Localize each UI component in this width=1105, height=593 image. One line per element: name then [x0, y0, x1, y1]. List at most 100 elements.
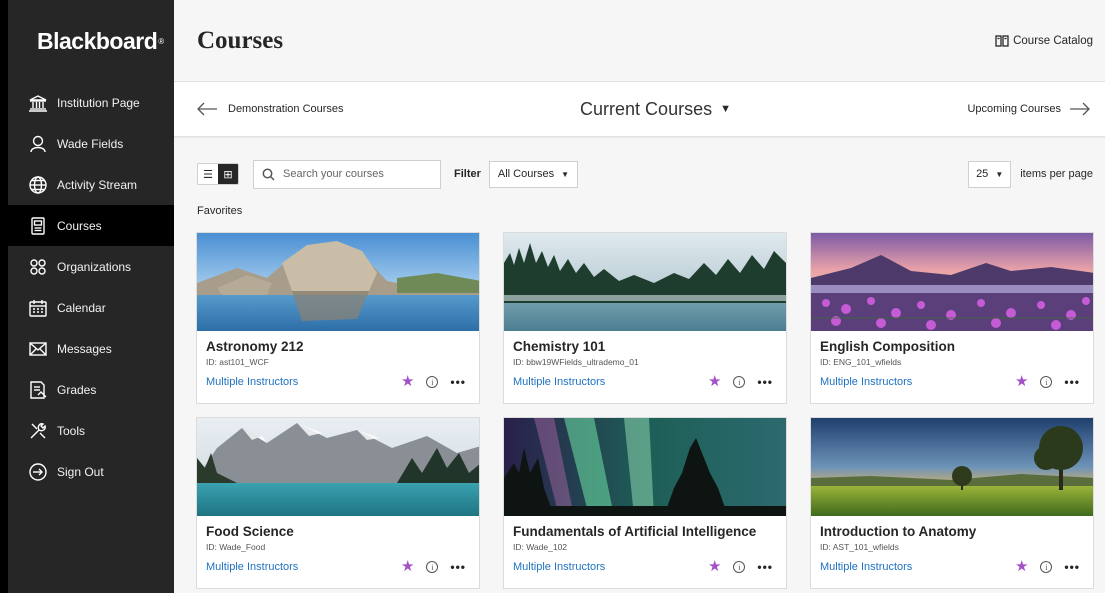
sidebar-item-institution-page[interactable]: Institution Page — [8, 82, 174, 123]
course-id: ID: AST_101_wfields — [820, 542, 899, 552]
sidebar-item-label: Organizations — [57, 259, 132, 274]
next-term-link[interactable]: Upcoming Courses — [967, 102, 1091, 116]
course-card[interactable]: Introduction to Anatomy ID: AST_101_wfie… — [810, 417, 1094, 589]
course-id: ID: bbw19WFields_ultrademo_01 — [513, 357, 639, 367]
instructors-link[interactable]: Multiple Instructors — [206, 561, 298, 573]
course-banner-image — [811, 233, 1093, 331]
items-per-page-dropdown[interactable]: 25 ▼ — [968, 160, 1012, 188]
favorite-star-icon[interactable]: ★ — [401, 559, 414, 574]
instructors-link[interactable]: Multiple Instructors — [820, 376, 912, 388]
items-per-page-value: 25 — [976, 168, 989, 180]
course-card[interactable]: English Composition ID: ENG_101_wfields … — [810, 232, 1094, 404]
more-options-icon[interactable]: ••• — [757, 376, 773, 388]
info-icon[interactable]: i — [426, 376, 439, 388]
sidebar-item-label: Activity Stream — [57, 177, 138, 192]
more-options-icon[interactable]: ••• — [1064, 376, 1080, 388]
window-edge — [0, 0, 8, 593]
course-card[interactable]: Food Science ID: Wade_Food Multiple Inst… — [196, 417, 480, 589]
course-title[interactable]: Astronomy 212 — [206, 339, 470, 355]
envelope-icon — [28, 339, 48, 359]
list-view-icon[interactable]: ☰ — [198, 164, 218, 184]
favorite-star-icon[interactable]: ★ — [708, 374, 721, 389]
sidebar-item-calendar[interactable]: Calendar — [8, 287, 174, 328]
organizations-icon — [28, 257, 48, 277]
info-icon[interactable]: i — [426, 561, 439, 573]
info-icon[interactable]: i — [1040, 376, 1053, 388]
search-box — [253, 159, 441, 189]
course-catalog-link[interactable]: Course Catalog — [995, 35, 1093, 47]
course-id: ID: Wade_102 — [513, 542, 568, 552]
sidebar-item-tools[interactable]: Tools — [8, 410, 174, 451]
sidebar-item-messages[interactable]: Messages — [8, 328, 174, 369]
course-card[interactable]: Fundamentals of Artificial Intelligence … — [503, 417, 787, 589]
instructors-link[interactable]: Multiple Instructors — [206, 376, 298, 388]
favorites-heading: Favorites — [197, 205, 243, 217]
next-term-label: Upcoming Courses — [967, 103, 1061, 115]
arrow-left-icon — [197, 102, 217, 116]
course-title[interactable]: Fundamentals of Artificial Intelligence — [513, 524, 777, 540]
caret-down-icon: ▼ — [561, 169, 570, 179]
course-id: ID: Wade_Food — [206, 542, 266, 552]
more-options-icon[interactable]: ••• — [450, 376, 466, 388]
course-title[interactable]: Introduction to Anatomy — [820, 524, 1084, 540]
instructors-link[interactable]: Multiple Instructors — [820, 561, 912, 573]
sidebar: Blackboard ® Institution Page Wade Fields… — [8, 0, 174, 593]
sidebar-item-sign-out[interactable]: Sign Out — [8, 451, 174, 492]
caret-down-icon: ▼ — [995, 169, 1004, 179]
sidebar-item-courses[interactable]: Courses — [8, 205, 174, 246]
sidebar-item-profile[interactable]: Wade Fields — [8, 123, 174, 164]
main-content: Courses Course Catalog Demonstration Cou… — [174, 0, 1105, 593]
sidebar-item-label: Calendar — [57, 300, 106, 315]
course-banner-image — [504, 233, 786, 331]
course-card[interactable]: Chemistry 101 ID: bbw19WFields_ultrademo… — [503, 232, 787, 404]
institution-icon — [28, 93, 48, 113]
course-card[interactable]: Astronomy 212 ID: ast101_WCF Multiple In… — [196, 232, 480, 404]
course-banner-image — [197, 418, 479, 516]
instructors-link[interactable]: Multiple Instructors — [513, 561, 605, 573]
course-title[interactable]: Food Science — [206, 524, 470, 540]
more-options-icon[interactable]: ••• — [757, 561, 773, 573]
favorite-star-icon[interactable]: ★ — [401, 374, 414, 389]
favorite-star-icon[interactable]: ★ — [1015, 559, 1028, 574]
course-id: ID: ast101_WCF — [206, 357, 269, 367]
catalog-icon — [995, 34, 1009, 47]
info-icon[interactable]: i — [733, 561, 746, 573]
favorite-star-icon[interactable]: ★ — [708, 559, 721, 574]
sign-out-icon — [28, 462, 48, 482]
previous-term-link[interactable]: Demonstration Courses — [196, 102, 344, 116]
course-toolbar: ☰ ⊞ Filter All Courses ▼ 25 ▼ items per … — [197, 159, 1093, 189]
page-title: Courses — [197, 26, 284, 54]
sidebar-item-label: Tools — [57, 423, 86, 438]
current-term-dropdown[interactable]: Current Courses ▼ — [580, 99, 731, 120]
filter-dropdown[interactable]: All Courses ▼ — [488, 160, 579, 188]
items-per-page-label: items per page — [1020, 168, 1093, 180]
caret-down-icon: ▼ — [720, 103, 731, 115]
sidebar-item-organizations[interactable]: Organizations — [8, 246, 174, 287]
course-banner-image — [811, 418, 1093, 516]
course-title[interactable]: English Composition — [820, 339, 1084, 355]
search-icon — [262, 168, 275, 181]
sidebar-item-label: Courses — [57, 218, 102, 233]
globe-icon — [28, 175, 48, 195]
info-icon[interactable]: i — [1040, 561, 1053, 573]
brand-logo[interactable]: Blackboard ® — [8, 0, 174, 82]
sidebar-item-label: Wade Fields — [57, 136, 124, 151]
sidebar-item-label: Grades — [57, 382, 97, 397]
grid-view-icon[interactable]: ⊞ — [218, 164, 238, 184]
course-title[interactable]: Chemistry 101 — [513, 339, 777, 355]
course-catalog-label: Course Catalog — [1013, 34, 1093, 47]
view-toggle: ☰ ⊞ — [197, 163, 239, 185]
sidebar-item-activity-stream[interactable]: Activity Stream — [8, 164, 174, 205]
search-input[interactable] — [283, 168, 423, 180]
course-banner-image — [504, 418, 786, 516]
term-navigation: Demonstration Courses Current Courses ▼ … — [174, 82, 1105, 137]
course-banner-image — [197, 233, 479, 331]
sidebar-item-grades[interactable]: Grades — [8, 369, 174, 410]
instructors-link[interactable]: Multiple Instructors — [513, 376, 605, 388]
more-options-icon[interactable]: ••• — [450, 561, 466, 573]
sidebar-item-label: Sign Out — [57, 464, 104, 479]
info-icon[interactable]: i — [733, 376, 746, 388]
more-options-icon[interactable]: ••• — [1064, 561, 1080, 573]
favorite-star-icon[interactable]: ★ — [1015, 374, 1028, 389]
calendar-icon — [28, 298, 48, 318]
